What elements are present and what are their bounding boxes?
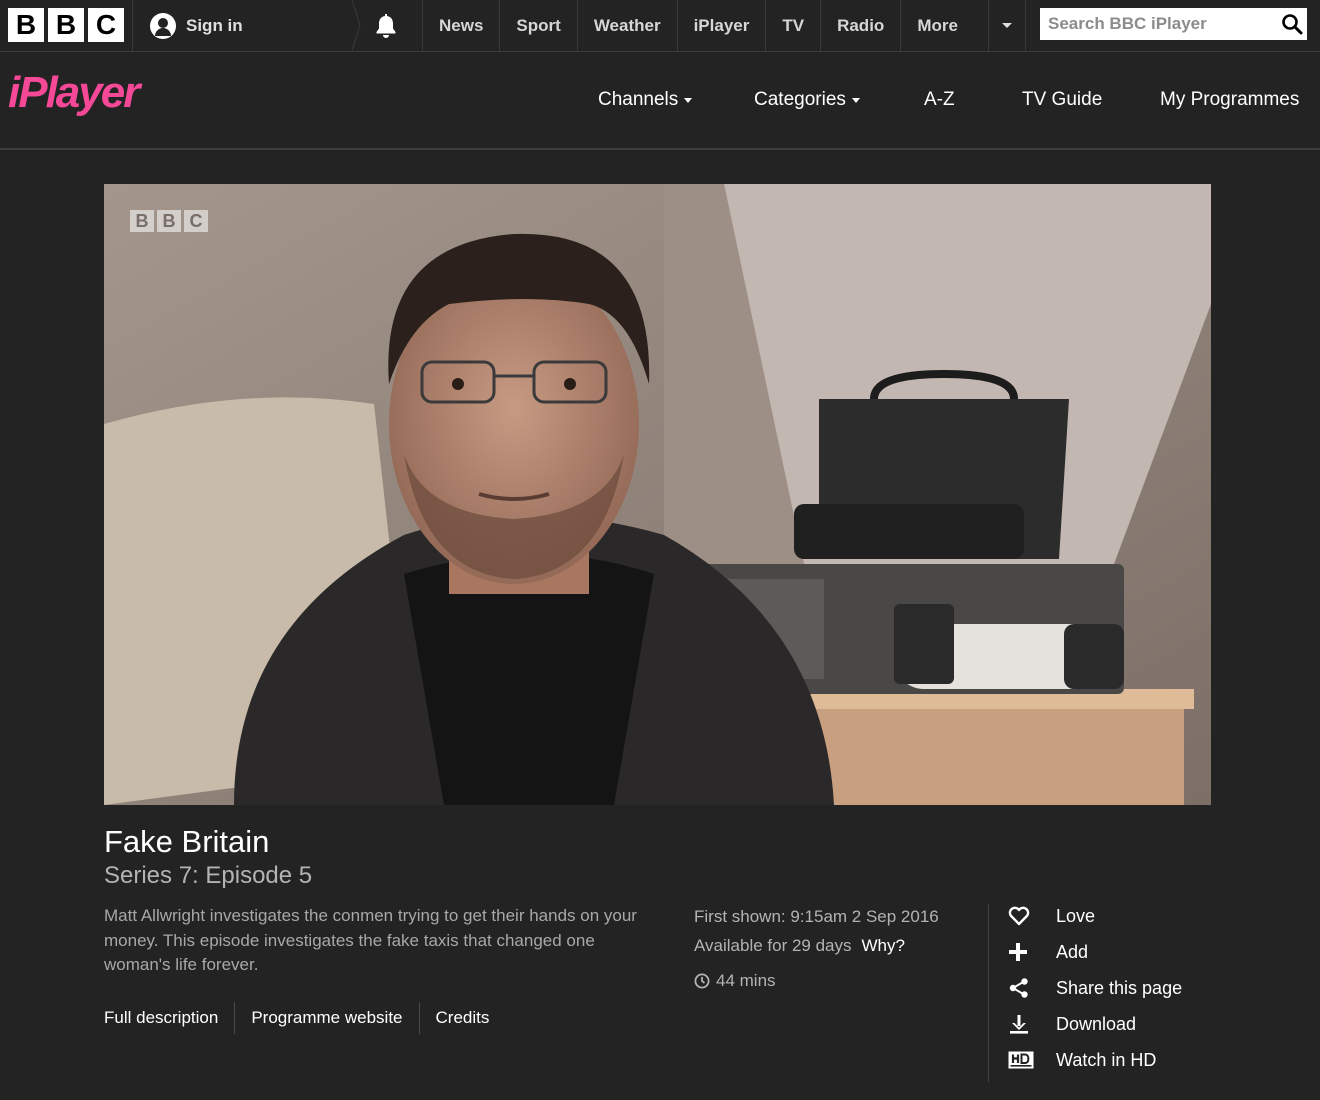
account-icon bbox=[150, 12, 176, 39]
credits-link[interactable]: Credits bbox=[418, 1002, 506, 1034]
iplayer-header: iPlayer Channels Categories A-Z TV Guide… bbox=[0, 52, 1320, 150]
chevron-down-icon bbox=[1002, 23, 1012, 28]
search-button[interactable] bbox=[1277, 8, 1307, 40]
episode-subtitle: Series 7: Episode 5 bbox=[104, 862, 313, 889]
nav-iplayer[interactable]: iPlayer bbox=[676, 0, 766, 51]
chevron-down-icon bbox=[684, 97, 693, 103]
search-input[interactable] bbox=[1040, 9, 1277, 39]
nav-weather[interactable]: Weather bbox=[576, 0, 677, 51]
watermark-letter: C bbox=[184, 210, 208, 232]
share-icon bbox=[1009, 978, 1028, 998]
nav-a-z[interactable]: A-Z bbox=[924, 52, 955, 148]
watch-in-hd-label: Watch in HD bbox=[1056, 1049, 1157, 1070]
episode-description: Matt Allwright investigates the conmen t… bbox=[104, 906, 637, 974]
bbc-nav: News Sport Weather iPlayer TV Radio More bbox=[422, 0, 974, 51]
watch-in-hd-button[interactable]: Watch in HD bbox=[1008, 1042, 1182, 1078]
nav-more[interactable]: More bbox=[900, 0, 974, 51]
watermark-letter: B bbox=[157, 210, 181, 232]
download-label: Download bbox=[1056, 1013, 1137, 1034]
broadcast-info: First shown: 9:15am 2 Sep 2016 Available… bbox=[694, 902, 939, 995]
nav-tv-guide[interactable]: TV Guide bbox=[1022, 52, 1102, 148]
duration-text: 44 mins bbox=[716, 971, 776, 990]
bbc-logo[interactable]: B B C bbox=[8, 8, 124, 42]
plus-icon bbox=[1009, 943, 1027, 961]
add-label: Add bbox=[1056, 941, 1089, 962]
bbc-watermark: B B C bbox=[130, 210, 208, 232]
love-label: Love bbox=[1056, 905, 1096, 926]
add-button[interactable]: Add bbox=[1008, 934, 1182, 970]
nav-channels[interactable]: Channels bbox=[598, 52, 693, 148]
video-player[interactable]: B B C bbox=[104, 184, 1211, 805]
divider bbox=[132, 0, 133, 51]
nav-channels-label: Channels bbox=[598, 89, 679, 110]
download-icon bbox=[1010, 1015, 1028, 1034]
bbc-logo-letter: B bbox=[8, 8, 44, 42]
download-button[interactable]: Download bbox=[1008, 1006, 1182, 1042]
divider bbox=[352, 0, 361, 51]
why-link[interactable]: Why? bbox=[862, 936, 905, 955]
love-button[interactable]: Love bbox=[1008, 898, 1182, 934]
nav-my-programmes[interactable]: My Programmes bbox=[1160, 52, 1299, 148]
search-box bbox=[1040, 8, 1307, 40]
nav-sport[interactable]: Sport bbox=[499, 0, 576, 51]
clock-icon bbox=[694, 973, 710, 988]
first-shown: First shown: 9:15am 2 Sep 2016 bbox=[694, 907, 939, 926]
sign-in-link[interactable]: Sign in bbox=[150, 0, 243, 51]
search-icon bbox=[1282, 14, 1303, 35]
heart-icon bbox=[1008, 906, 1030, 926]
divider bbox=[988, 904, 989, 1082]
share-label: Share this page bbox=[1056, 977, 1183, 998]
more-dropdown-button[interactable] bbox=[988, 0, 1026, 51]
sign-in-label: Sign in bbox=[186, 15, 243, 35]
duration: 44 mins bbox=[694, 966, 939, 995]
bbc-top-bar: B B C Sign in News Sport Weather iPlayer… bbox=[0, 0, 1320, 52]
programme-website-link[interactable]: Programme website bbox=[234, 1002, 418, 1034]
episode-actions: Love Add Share this page Download Watch … bbox=[1008, 898, 1182, 1078]
full-description-link[interactable]: Full description bbox=[104, 1002, 234, 1034]
notifications-bell-icon[interactable] bbox=[372, 13, 400, 41]
nav-news[interactable]: News bbox=[422, 0, 499, 51]
chevron-down-icon bbox=[851, 97, 860, 103]
watermark-letter: B bbox=[130, 210, 154, 232]
programme-links: Full description Programme website Credi… bbox=[104, 1002, 505, 1034]
availability: Available for 29 days Why? bbox=[694, 931, 939, 960]
nav-tv[interactable]: TV bbox=[765, 0, 820, 51]
iplayer-logo[interactable]: iPlayer bbox=[8, 68, 140, 118]
video-frame-image bbox=[104, 184, 1211, 805]
availability-text: Available for 29 days bbox=[694, 936, 852, 955]
bbc-logo-letter: C bbox=[88, 8, 124, 42]
programme-title: Fake Britain bbox=[104, 824, 270, 859]
hd-icon bbox=[1008, 1051, 1034, 1069]
share-button[interactable]: Share this page bbox=[1008, 970, 1182, 1006]
nav-categories[interactable]: Categories bbox=[754, 52, 860, 148]
nav-categories-label: Categories bbox=[754, 89, 846, 110]
nav-radio[interactable]: Radio bbox=[820, 0, 900, 51]
bbc-logo-letter: B bbox=[48, 8, 84, 42]
